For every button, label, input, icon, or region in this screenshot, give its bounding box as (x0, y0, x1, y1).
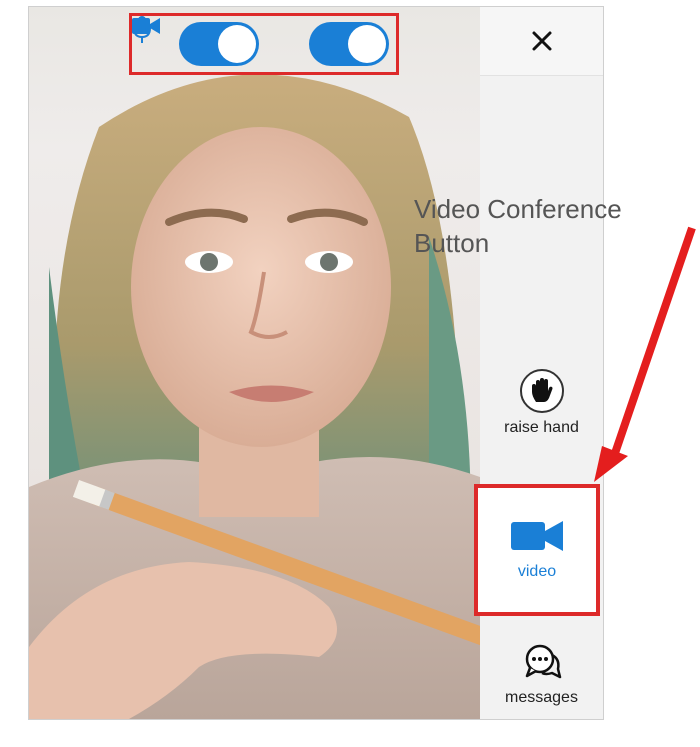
annotation-arrow (594, 226, 696, 482)
